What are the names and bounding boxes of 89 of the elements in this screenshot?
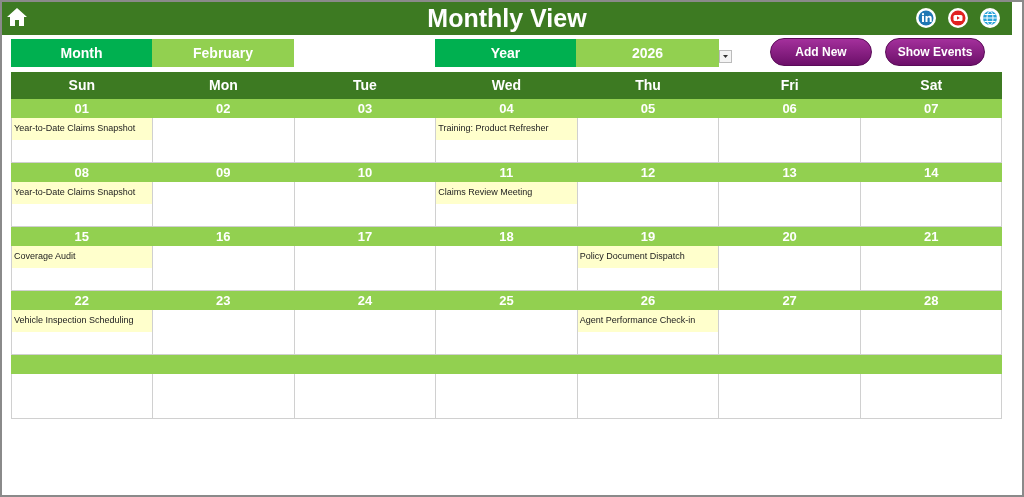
weekday-label: Thu bbox=[635, 76, 661, 95]
day-cell[interactable] bbox=[577, 182, 720, 227]
event-label[interactable]: Coverage Audit bbox=[12, 246, 153, 268]
event-label[interactable]: Year-to-Date Claims Snapshot bbox=[12, 182, 153, 204]
weekday-label: Sat bbox=[920, 76, 943, 95]
day-cell[interactable] bbox=[153, 246, 295, 291]
day-cell[interactable] bbox=[153, 374, 295, 419]
day-cell[interactable] bbox=[719, 310, 861, 355]
date-number: 19 bbox=[640, 228, 656, 246]
day-cell[interactable]: Year-to-Date Claims Snapshot bbox=[12, 182, 154, 227]
linkedin-icon[interactable] bbox=[916, 8, 936, 28]
day-cell[interactable] bbox=[860, 118, 1002, 163]
home-icon[interactable] bbox=[6, 7, 28, 27]
date-number: 27 bbox=[782, 292, 797, 310]
show-events-button[interactable]: Show Events bbox=[885, 38, 985, 66]
date-number: 01 bbox=[74, 100, 89, 118]
day-cell[interactable] bbox=[719, 374, 861, 419]
event-label[interactable]: Year-to-Date Claims Snapshot bbox=[12, 118, 153, 140]
weekday-label: Fri bbox=[780, 76, 799, 95]
day-cell[interactable] bbox=[860, 182, 1002, 227]
day-cell[interactable] bbox=[153, 118, 295, 163]
date-number: 04 bbox=[499, 100, 514, 118]
day-cell[interactable] bbox=[294, 182, 437, 227]
date-number: 28 bbox=[923, 292, 939, 310]
date-number: 26 bbox=[640, 292, 656, 310]
globe-icon[interactable] bbox=[980, 8, 1000, 28]
weekday-label: Mon bbox=[208, 76, 238, 95]
day-cell[interactable] bbox=[577, 118, 720, 163]
date-number: 13 bbox=[782, 164, 797, 182]
day-cell[interactable]: Coverage Audit bbox=[12, 246, 154, 291]
date-number: 14 bbox=[923, 164, 939, 182]
date-number: 05 bbox=[640, 100, 656, 118]
weekday-label: Wed bbox=[491, 76, 522, 95]
video-play-icon[interactable] bbox=[948, 8, 968, 28]
day-cell[interactable] bbox=[860, 310, 1002, 355]
day-cell[interactable] bbox=[436, 310, 578, 355]
day-cell[interactable] bbox=[294, 246, 437, 291]
date-number: 15 bbox=[74, 228, 89, 246]
event-label[interactable]: Policy Document Dispatch bbox=[577, 246, 719, 268]
event-label[interactable]: Claims Review Meeting bbox=[436, 182, 577, 204]
date-number: 20 bbox=[782, 228, 797, 246]
dropdown-button[interactable] bbox=[719, 50, 732, 63]
day-cell[interactable] bbox=[153, 182, 295, 227]
date-number: 22 bbox=[74, 292, 89, 310]
day-cell[interactable]: Claims Review Meeting bbox=[436, 182, 578, 227]
date-number: 09 bbox=[216, 164, 231, 182]
day-cell[interactable] bbox=[153, 310, 295, 355]
event-label[interactable]: Agent Performance Check-in bbox=[577, 310, 719, 332]
day-cell[interactable] bbox=[860, 374, 1002, 419]
day-cell[interactable] bbox=[436, 374, 578, 419]
date-number: 10 bbox=[357, 164, 373, 182]
weekday-label: Tue bbox=[353, 76, 377, 95]
day-cell[interactable] bbox=[719, 182, 861, 227]
day-cell[interactable] bbox=[294, 310, 437, 355]
add-new-button[interactable]: Add New bbox=[770, 38, 872, 66]
month-label: Month bbox=[11, 39, 152, 67]
day-cell[interactable]: Training: Product Refresher bbox=[436, 118, 578, 163]
date-number: 08 bbox=[74, 164, 89, 182]
date-number: 24 bbox=[357, 292, 373, 310]
day-cell[interactable] bbox=[12, 374, 154, 419]
day-cell[interactable] bbox=[719, 118, 861, 163]
date-number: 17 bbox=[357, 228, 373, 246]
day-cell[interactable]: Year-to-Date Claims Snapshot bbox=[12, 118, 154, 163]
caret-icon bbox=[723, 55, 728, 58]
date-number: 18 bbox=[499, 228, 514, 246]
date-number: 16 bbox=[216, 228, 231, 246]
page-title: Monthly View bbox=[427, 2, 587, 34]
date-number: 25 bbox=[499, 292, 514, 310]
date-number: 07 bbox=[923, 100, 939, 118]
day-cell[interactable]: Vehicle Inspection Scheduling bbox=[12, 310, 154, 355]
day-cell[interactable]: Policy Document Dispatch bbox=[577, 246, 720, 291]
event-label[interactable]: Training: Product Refresher bbox=[436, 118, 577, 140]
weekday-label: Sun bbox=[68, 76, 95, 95]
day-cell[interactable] bbox=[719, 246, 861, 291]
date-number: 02 bbox=[216, 100, 231, 118]
day-cell[interactable]: Agent Performance Check-in bbox=[577, 310, 720, 355]
day-cell[interactable] bbox=[577, 374, 720, 419]
event-label[interactable]: Vehicle Inspection Scheduling bbox=[12, 310, 153, 332]
day-cell[interactable] bbox=[436, 246, 578, 291]
date-number: 03 bbox=[357, 100, 373, 118]
date-number: 12 bbox=[640, 164, 656, 182]
date-number: 11 bbox=[499, 164, 514, 182]
day-cell[interactable] bbox=[294, 374, 437, 419]
date-number: 23 bbox=[216, 292, 231, 310]
year-label: Year bbox=[435, 39, 576, 67]
day-cell[interactable] bbox=[860, 246, 1002, 291]
date-number: 06 bbox=[782, 100, 797, 118]
date-number: 21 bbox=[923, 228, 939, 246]
day-cell[interactable] bbox=[294, 118, 437, 163]
